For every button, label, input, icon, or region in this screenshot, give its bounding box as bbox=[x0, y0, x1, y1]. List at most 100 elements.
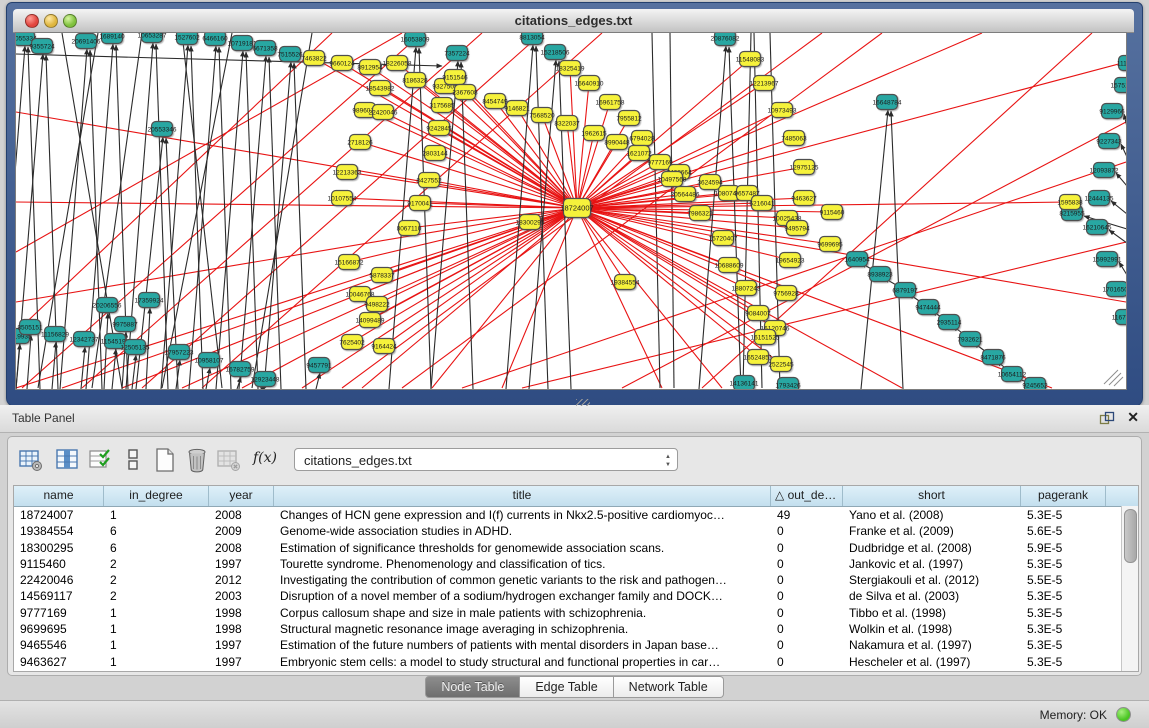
column-header-out_de[interactable]: △ out_de… bbox=[771, 486, 843, 506]
table-cell[interactable]: Jankovic et al. (1997) bbox=[843, 556, 1021, 572]
table-cell[interactable]: 0 bbox=[771, 556, 843, 572]
function-builder-icon[interactable]: f(x) bbox=[253, 450, 277, 466]
table-cell[interactable]: 22420046 bbox=[14, 572, 104, 588]
table-cell[interactable]: Dudbridge et al. (2008) bbox=[843, 540, 1021, 556]
table-cell[interactable]: 0 bbox=[771, 605, 843, 621]
network-canvas[interactable]: 2055334935572420691406168914010653287152… bbox=[15, 32, 1127, 390]
table-cell[interactable]: Wolkin et al. (1998) bbox=[843, 621, 1021, 637]
table-cell[interactable]: 5.5E-5 bbox=[1021, 572, 1106, 588]
table-cell[interactable]: 2008 bbox=[209, 507, 274, 523]
table-cell[interactable]: Estimation of the future numbers of pati… bbox=[274, 637, 771, 653]
table-row[interactable]: 1830029562008Estimation of significance … bbox=[14, 540, 1138, 556]
table-cell[interactable]: 5.3E-5 bbox=[1021, 556, 1106, 572]
table-cell[interactable]: 6 bbox=[104, 540, 209, 556]
table-cell[interactable]: 9777169 bbox=[14, 605, 104, 621]
table-cell[interactable]: 49 bbox=[771, 507, 843, 523]
tab-node-table[interactable]: Node Table bbox=[425, 676, 520, 698]
table-cell[interactable]: Investigating the contribution of common… bbox=[274, 572, 771, 588]
table-cell[interactable]: 1997 bbox=[209, 654, 274, 670]
table-row[interactable]: 1872400712008Changes of HCN gene express… bbox=[14, 507, 1138, 523]
column-header-short[interactable]: short bbox=[843, 486, 1021, 506]
table-cell[interactable]: 5.3E-5 bbox=[1021, 654, 1106, 670]
new-table-icon[interactable] bbox=[152, 447, 178, 473]
column-header-in_degree[interactable]: in_degree bbox=[104, 486, 209, 506]
table-cell[interactable]: Tourette syndrome. Phenomenology and cla… bbox=[274, 556, 771, 572]
table-cell[interactable]: Hescheler et al. (1997) bbox=[843, 654, 1021, 670]
column-header-name[interactable]: name bbox=[14, 486, 104, 506]
table-cell[interactable]: 5.3E-5 bbox=[1021, 588, 1106, 604]
table-cell[interactable]: 6 bbox=[104, 523, 209, 539]
table-cell[interactable]: 9115460 bbox=[14, 556, 104, 572]
table-cell[interactable]: 9463627 bbox=[14, 654, 104, 670]
table-row[interactable]: 911546021997Tourette syndrome. Phenomeno… bbox=[14, 556, 1138, 572]
table-cell[interactable]: 5.6E-5 bbox=[1021, 523, 1106, 539]
table-cell[interactable]: Genome-wide association studies in ADHD. bbox=[274, 523, 771, 539]
table-cell[interactable]: 1998 bbox=[209, 621, 274, 637]
scrollbar-thumb[interactable] bbox=[1124, 509, 1137, 563]
canvas-resize-grip[interactable] bbox=[1104, 370, 1123, 386]
table-row[interactable]: 2242004622012Investigating the contribut… bbox=[14, 572, 1138, 588]
table-row[interactable]: 1456911722003Disruption of a novel membe… bbox=[14, 588, 1138, 604]
table-chooser-select[interactable]: citations_edges.txt ▲▼ bbox=[294, 448, 678, 471]
window-titlebar[interactable]: citations_edges.txt bbox=[13, 9, 1134, 33]
table-cell[interactable]: 0 bbox=[771, 572, 843, 588]
column-header-year[interactable]: year bbox=[209, 486, 274, 506]
table-cell[interactable]: 2012 bbox=[209, 572, 274, 588]
select-rows-icon[interactable] bbox=[88, 447, 114, 473]
table-cell[interactable]: 2009 bbox=[209, 523, 274, 539]
table-cell[interactable]: 1 bbox=[104, 621, 209, 637]
table-cell[interactable]: Tibbo et al. (1998) bbox=[843, 605, 1021, 621]
table-cell[interactable]: 19384554 bbox=[14, 523, 104, 539]
table-cell[interactable]: 18724007 bbox=[14, 507, 104, 523]
table-cell[interactable]: 2008 bbox=[209, 540, 274, 556]
table-cell[interactable]: 1 bbox=[104, 605, 209, 621]
table-cell[interactable]: 2 bbox=[104, 588, 209, 604]
table-cell[interactable]: 0 bbox=[771, 588, 843, 604]
table-row[interactable]: 969969511998Structural magnetic resonanc… bbox=[14, 621, 1138, 637]
table-settings-icon[interactable] bbox=[18, 447, 44, 473]
table-cell[interactable]: 5.3E-5 bbox=[1021, 605, 1106, 621]
table-cell[interactable]: 2 bbox=[104, 572, 209, 588]
table-cell[interactable]: Nakamura et al. (1997) bbox=[843, 637, 1021, 653]
table-row[interactable]: 977716911998Corpus callosum shape and si… bbox=[14, 605, 1138, 621]
table-cell[interactable]: 0 bbox=[771, 523, 843, 539]
table-cell[interactable]: 9699695 bbox=[14, 621, 104, 637]
table-cell[interactable]: 1 bbox=[104, 654, 209, 670]
table-cell[interactable]: 2 bbox=[104, 556, 209, 572]
table-row[interactable]: 946554611997Estimation of the future num… bbox=[14, 637, 1138, 653]
table-cell[interactable]: 5.9E-5 bbox=[1021, 540, 1106, 556]
table-cell[interactable]: 5.3E-5 bbox=[1021, 637, 1106, 653]
table-cell[interactable]: de Silva et al. (2003) bbox=[843, 588, 1021, 604]
table-cell[interactable]: Changes of HCN gene expression and I(f) … bbox=[274, 507, 771, 523]
table-cell[interactable]: 2003 bbox=[209, 588, 274, 604]
table-cell[interactable]: Stergiakouli et al. (2012) bbox=[843, 572, 1021, 588]
table-cell[interactable]: 1 bbox=[104, 507, 209, 523]
table-cell[interactable]: Estimation of significance thresholds fo… bbox=[274, 540, 771, 556]
vertical-scrollbar[interactable] bbox=[1121, 506, 1138, 671]
tab-network-table[interactable]: Network Table bbox=[614, 676, 724, 698]
toggle-columns-icon[interactable] bbox=[120, 447, 146, 473]
table-cell[interactable]: 1998 bbox=[209, 605, 274, 621]
table-cell[interactable]: 0 bbox=[771, 621, 843, 637]
import-table-icon[interactable] bbox=[216, 447, 242, 473]
table-cell[interactable]: 1 bbox=[104, 637, 209, 653]
table-cell[interactable]: Structural magnetic resonance image aver… bbox=[274, 621, 771, 637]
table-cell[interactable]: Franke et al. (2009) bbox=[843, 523, 1021, 539]
table-cell[interactable]: 0 bbox=[771, 637, 843, 653]
tab-edge-table[interactable]: Edge Table bbox=[520, 676, 613, 698]
table-cell[interactable]: 0 bbox=[771, 540, 843, 556]
table-cell[interactable]: 0 bbox=[771, 654, 843, 670]
table-row[interactable]: 1938455462009Genome-wide association stu… bbox=[14, 523, 1138, 539]
table-cell[interactable]: 5.3E-5 bbox=[1021, 507, 1106, 523]
table-cell[interactable]: Corpus callosum shape and size in male p… bbox=[274, 605, 771, 621]
table-cell[interactable]: Embryonic stem cells: a model to study s… bbox=[274, 654, 771, 670]
table-cell[interactable]: Disruption of a novel member of a sodium… bbox=[274, 588, 771, 604]
close-panel-icon[interactable]: ✕ bbox=[1127, 409, 1139, 425]
table-cell[interactable]: 9465546 bbox=[14, 637, 104, 653]
table-cell[interactable]: 5.3E-5 bbox=[1021, 621, 1106, 637]
table-cell[interactable]: 18300295 bbox=[14, 540, 104, 556]
column-header-title[interactable]: title bbox=[274, 486, 771, 506]
float-panel-icon[interactable] bbox=[1099, 411, 1115, 425]
table-row[interactable]: 946362711997Embryonic stem cells: a mode… bbox=[14, 654, 1138, 670]
table-cell[interactable]: Yano et al. (2008) bbox=[843, 507, 1021, 523]
